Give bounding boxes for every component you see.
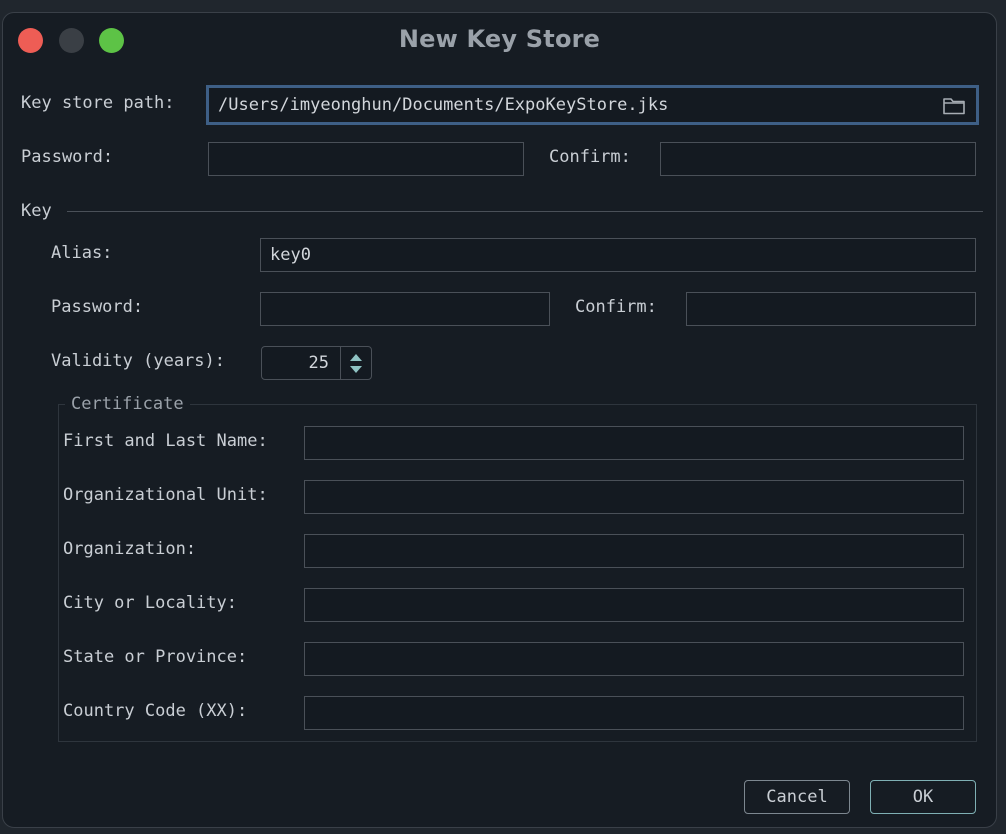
certificate-legend: Certificate [65,393,190,415]
folder-icon[interactable] [942,94,966,116]
cert-org-unit-label: Organizational Unit: [63,485,268,505]
keystore-password-input[interactable] [208,142,524,176]
title-bar: New Key Store [3,13,996,65]
cert-country-code-label: Country Code (XX): [63,701,248,721]
keystore-path-input[interactable] [209,88,929,122]
keystore-confirm-input[interactable] [660,142,976,176]
cert-organization-input[interactable] [304,534,964,568]
cert-org-unit-input[interactable] [304,480,964,514]
cert-organization-label: Organization: [63,539,197,559]
increment-arrow-icon[interactable] [348,351,364,363]
alias-label: Alias: [51,243,113,263]
cert-state-input[interactable] [304,642,964,676]
cert-state-label: State or Province: [63,647,248,667]
decrement-arrow-icon[interactable] [348,364,364,376]
key-confirm-label: Confirm: [575,297,657,317]
key-password-input[interactable] [260,292,550,326]
ok-button[interactable]: OK [870,780,976,814]
key-section-divider [67,211,983,212]
keystore-path-label: Key store path: [21,93,175,113]
key-section-label: Key [21,201,52,221]
new-key-store-dialog: New Key Store Key store path: Password: … [2,12,997,828]
dialog-title: New Key Store [398,25,601,53]
keystore-password-label: Password: [21,147,114,167]
cert-first-last-name-label: First and Last Name: [63,431,268,451]
cancel-button[interactable]: Cancel [744,780,850,814]
key-confirm-input[interactable] [686,292,976,326]
cert-city-input[interactable] [304,588,964,622]
validity-label: Validity (years): [51,351,225,371]
keystore-confirm-label: Confirm: [549,147,631,167]
cert-first-last-name-input[interactable] [304,426,964,460]
validity-stepper[interactable] [261,346,372,380]
cert-city-label: City or Locality: [63,593,237,613]
cert-country-code-input[interactable] [304,696,964,730]
stepper-divider [340,347,341,379]
validity-input[interactable] [262,347,338,379]
key-password-label: Password: [51,297,144,317]
alias-input[interactable] [260,238,976,272]
keystore-path-field[interactable] [206,85,979,125]
